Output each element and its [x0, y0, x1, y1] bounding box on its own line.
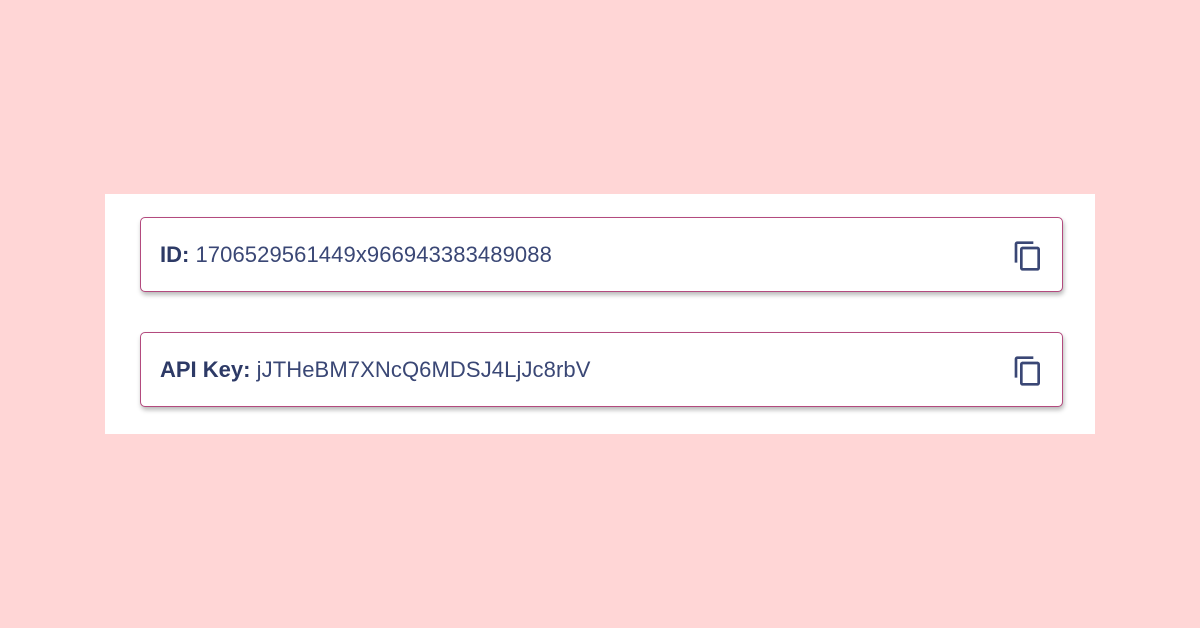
copy-id-button[interactable] — [1012, 240, 1044, 272]
copy-api-key-button[interactable] — [1012, 355, 1044, 387]
api-key-field-text[interactable]: API Key: jJTHeBM7XNcQ6MDSJ4LjJc8rbV — [160, 333, 618, 406]
id-label: ID: — [160, 242, 190, 267]
copy-icon — [1014, 241, 1040, 271]
api-key-field: API Key: jJTHeBM7XNcQ6MDSJ4LjJc8rbV — [140, 332, 1063, 407]
credentials-panel: ID: 1706529561449x966943383489088 API Ke… — [105, 194, 1095, 434]
copy-icon — [1014, 356, 1040, 386]
api-key-label: API Key: — [160, 357, 251, 382]
id-field: ID: 1706529561449x966943383489088 — [140, 217, 1063, 292]
id-field-text[interactable]: ID: 1706529561449x966943383489088 — [160, 218, 602, 291]
api-key-value[interactable]: jJTHeBM7XNcQ6MDSJ4LjJc8rbV — [257, 357, 591, 382]
id-value[interactable]: 1706529561449x966943383489088 — [195, 242, 552, 267]
